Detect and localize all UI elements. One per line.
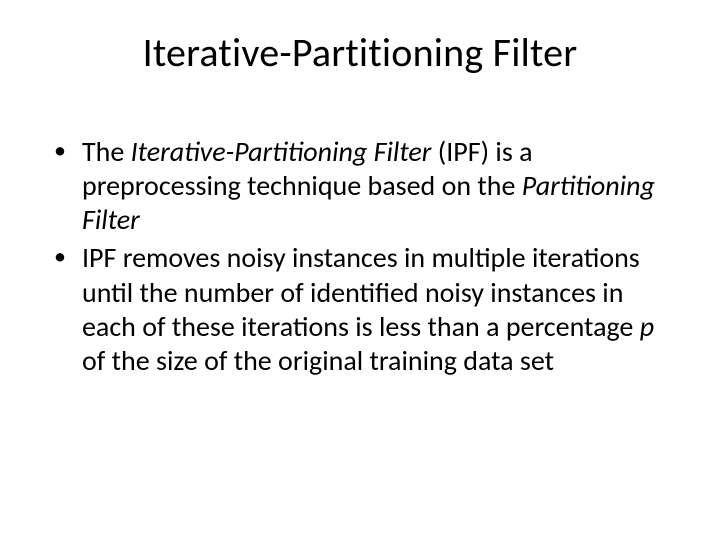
bullet-text: The <box>82 134 131 169</box>
bullet-list: The Iterative-Partitioning Filter (IPF) … <box>40 135 680 378</box>
bullet-text: IPF removes noisy instances in multiple … <box>82 240 640 343</box>
bullet-italic: p <box>640 309 654 344</box>
slide-title: Iterative-Partitioning Filter <box>40 28 680 77</box>
bullet-text: of the size of the original training dat… <box>82 343 554 378</box>
bullet-italic: Iterative-Partitioning Filter <box>131 134 438 169</box>
list-item: The Iterative-Partitioning Filter (IPF) … <box>54 135 680 237</box>
list-item: IPF removes noisy instances in multiple … <box>54 241 680 378</box>
